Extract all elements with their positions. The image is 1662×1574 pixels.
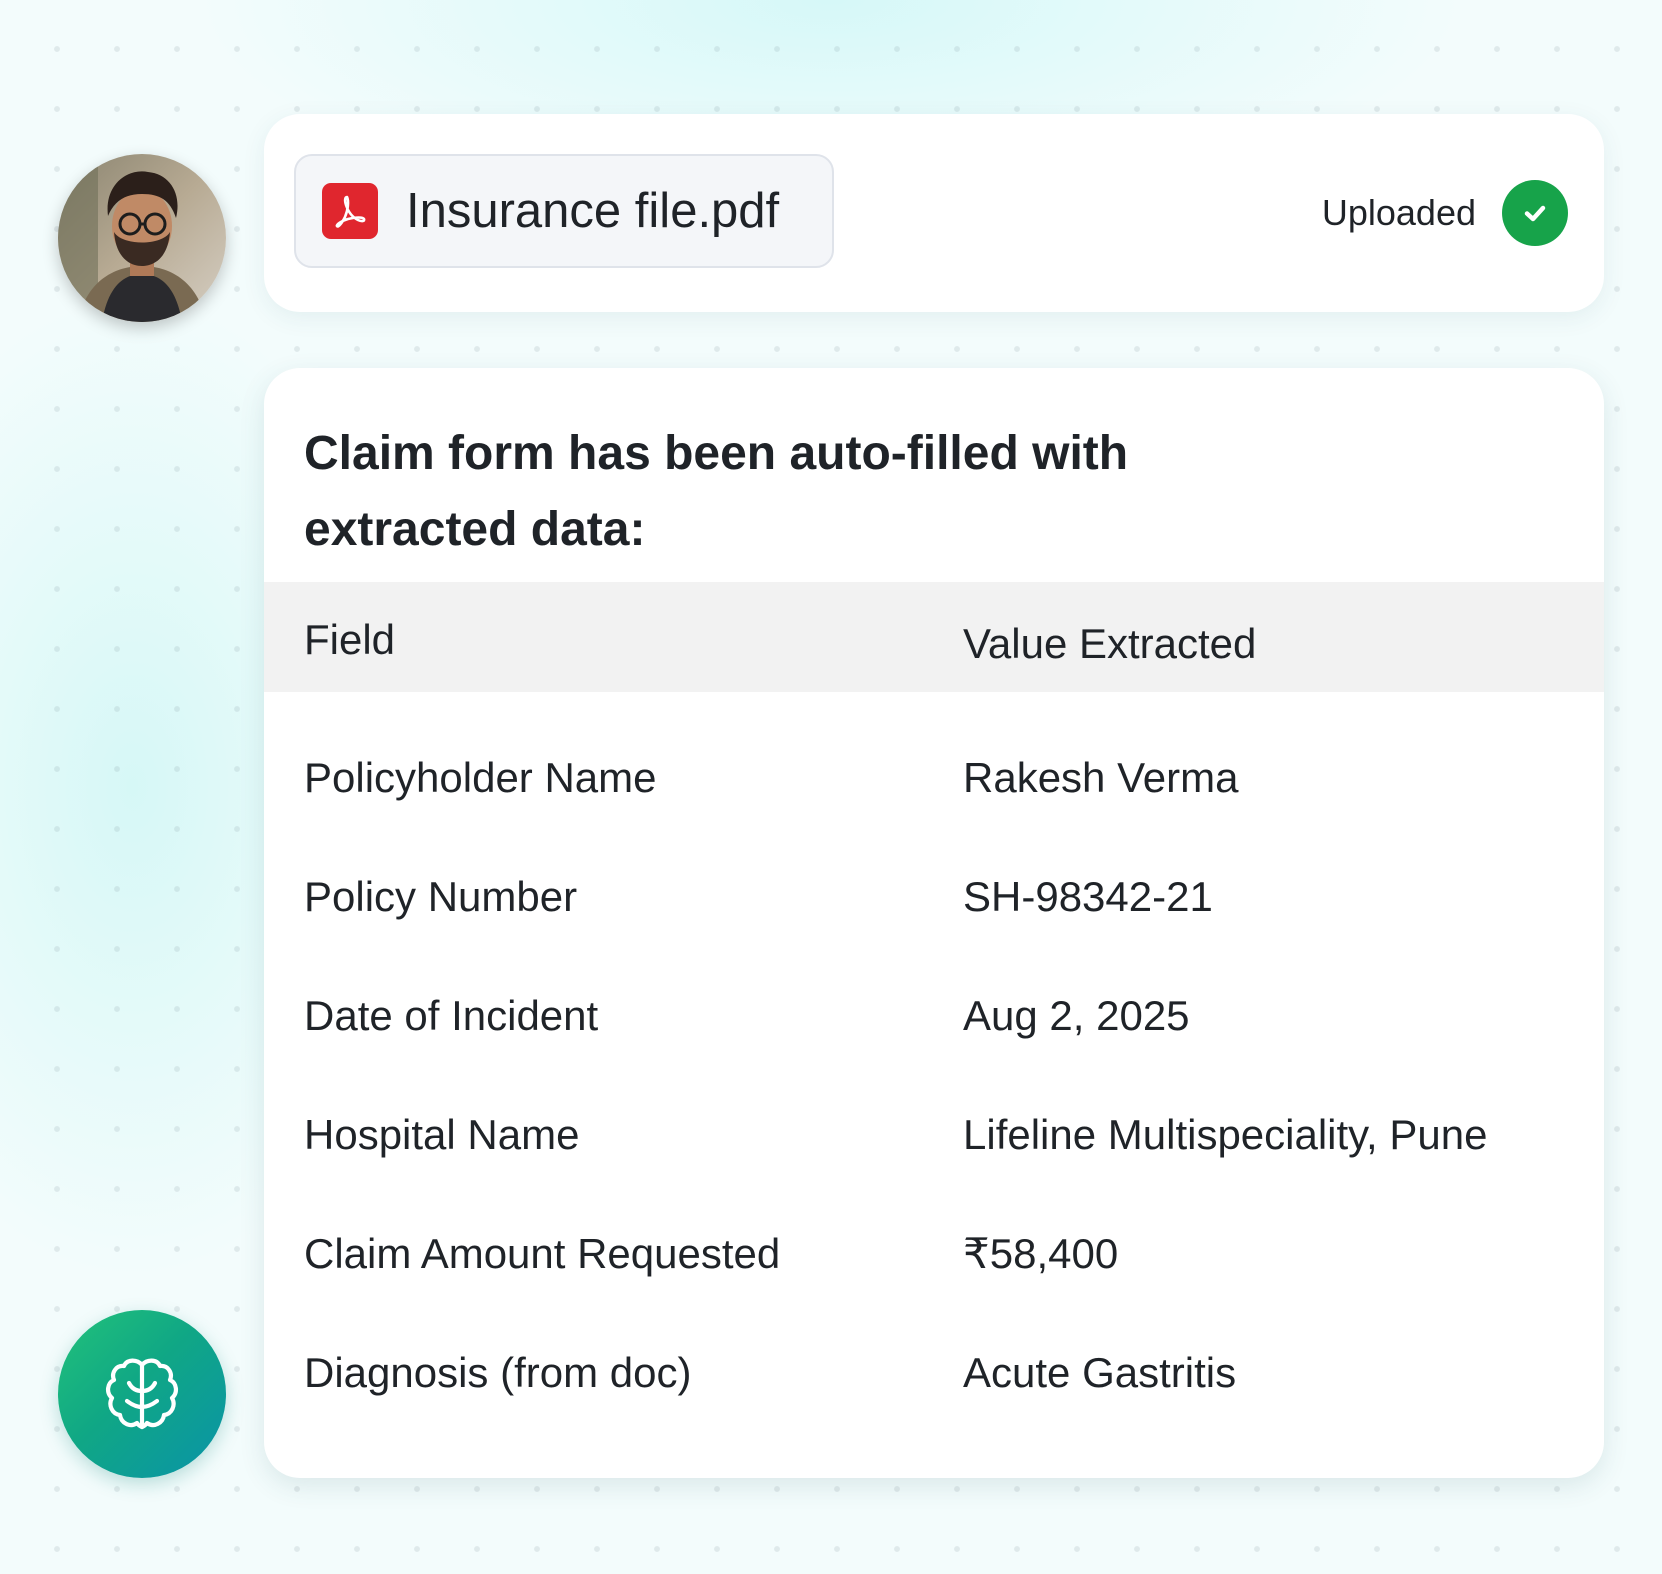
field-value: Lifeline Multispeciality, Pune	[963, 1111, 1488, 1158]
table-row: Policyholder Name Rakesh Verma	[264, 748, 1604, 808]
table-row: Diagnosis (from doc) Acute Gastritis	[264, 1343, 1604, 1403]
field-label: Date of Incident	[304, 992, 599, 1039]
column-header-value: Value Extracted	[963, 620, 1257, 667]
card-title: Claim form has been auto-filled with ext…	[304, 427, 1129, 556]
file-attachment[interactable]: Insurance file.pdf	[294, 154, 834, 268]
user-avatar	[58, 154, 226, 322]
field-value: ₹58,400	[963, 1230, 1119, 1277]
field-value: SH-98342-21	[963, 873, 1213, 920]
field-label: Policyholder Name	[304, 754, 657, 801]
extracted-data-card: Claim form has been auto-filled with ext…	[264, 368, 1604, 1478]
table-row: Hospital Name Lifeline Multispeciality, …	[264, 1105, 1604, 1165]
field-value: Acute Gastritis	[963, 1349, 1237, 1396]
field-value: Aug 2, 2025	[963, 992, 1190, 1039]
upload-status: Uploaded	[1322, 180, 1568, 246]
file-name: Insurance file.pdf	[406, 184, 780, 238]
table-header: Field Value Extracted	[264, 582, 1604, 692]
column-header-field: Field	[304, 616, 396, 663]
check-circle-icon	[1502, 180, 1568, 246]
field-label: Diagnosis (from doc)	[304, 1349, 692, 1396]
brain-icon	[106, 1358, 178, 1430]
upload-card: Insurance file.pdf Uploaded	[264, 114, 1604, 312]
table-row: Date of Incident Aug 2, 2025	[264, 986, 1604, 1046]
field-label: Policy Number	[304, 873, 578, 920]
table-row: Claim Amount Requested ₹58,400	[264, 1224, 1604, 1284]
pdf-icon	[322, 183, 378, 239]
upload-status-label: Uploaded	[1321, 192, 1476, 233]
field-label: Hospital Name	[304, 1111, 580, 1158]
table-row: Policy Number SH-98342-21	[264, 867, 1604, 927]
ai-assistant-button[interactable]	[58, 1310, 226, 1478]
field-label: Claim Amount Requested	[304, 1230, 781, 1277]
field-value: Rakesh Verma	[963, 754, 1239, 801]
